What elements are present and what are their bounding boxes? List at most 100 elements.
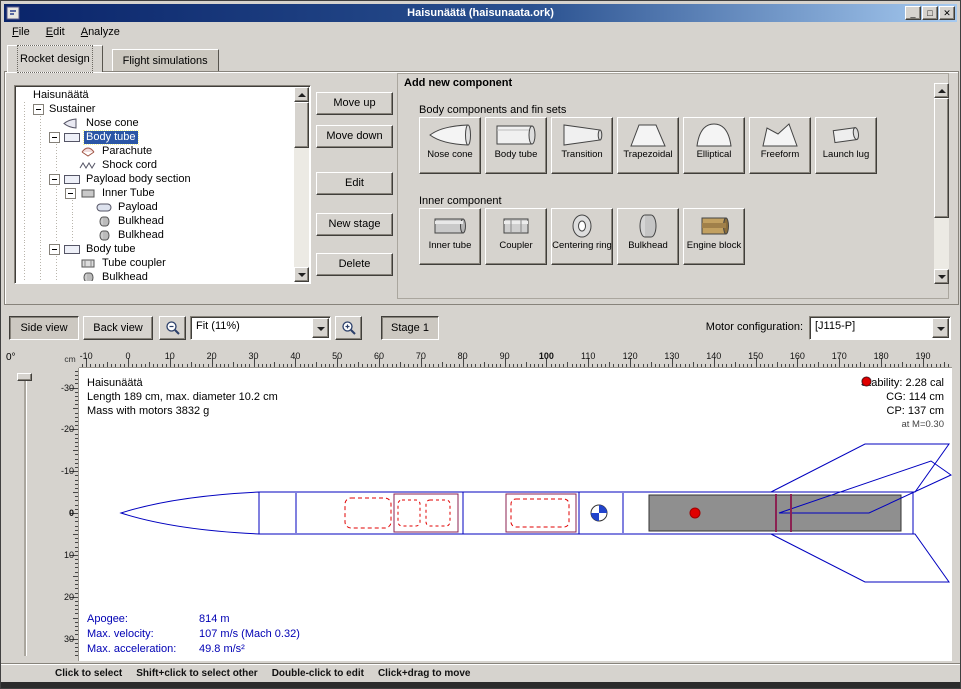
stage-1-toggle[interactable]: Stage 1 (381, 316, 439, 340)
ruler-label: 10 (64, 550, 74, 560)
cp-value: CP: 137 cm (887, 405, 944, 417)
component-button-centering-ring[interactable]: Centering ring (551, 208, 613, 265)
edit-button[interactable]: Edit (316, 172, 393, 195)
component-button-launch-lug[interactable]: Launch lug (815, 117, 877, 174)
tree-item-shock-cord[interactable]: Shock cord (17, 158, 293, 172)
component-button-coupler[interactable]: Coupler (485, 208, 547, 265)
tree-guide (49, 228, 65, 242)
tree-item-body-tube[interactable]: Body tube (17, 130, 293, 144)
component-tree-panel: HaisunäätäSustainerNose coneBody tubePar… (14, 85, 311, 284)
payload-section-shape[interactable] (463, 492, 579, 534)
expander-spacer (65, 258, 76, 269)
ruler-label: 70 (416, 351, 426, 361)
tree-item-body-tube[interactable]: Body tube (17, 242, 293, 256)
tree-item-payload[interactable]: Payload (17, 200, 293, 214)
palette-scrollbar[interactable] (934, 83, 949, 284)
status-hint: Double-click to edit (272, 668, 364, 679)
ruler-label: 30 (64, 634, 74, 644)
minimize-button[interactable]: _ (905, 6, 921, 20)
scroll-up-icon[interactable] (934, 83, 949, 98)
cg-value: CG: 114 cm (886, 391, 944, 403)
tree-item-label: Body tube (84, 243, 138, 256)
ruler-unit-label: cm (61, 351, 79, 368)
zoom-select[interactable]: Fit (11%) (190, 316, 331, 340)
scroll-up-icon[interactable] (294, 87, 309, 102)
rotation-slider-handle[interactable] (17, 373, 32, 381)
tree-guide (33, 158, 49, 172)
cp-icon (872, 404, 883, 415)
tree-item-haisun-t[interactable]: Haisunäätä (17, 88, 293, 102)
component-button-transition[interactable]: Transition (551, 117, 613, 174)
collapse-toggle-icon[interactable] (65, 188, 76, 199)
tree-guide (17, 200, 33, 214)
component-button-engine-block[interactable]: Engine block (683, 208, 745, 265)
nose-cone-icon (428, 122, 472, 148)
tree-guide (49, 186, 65, 200)
tree-guide (33, 256, 49, 270)
tab-flight-simulations[interactable]: Flight simulations (112, 49, 219, 72)
maximize-button[interactable]: □ (922, 6, 938, 20)
scrollbar-thumb[interactable] (934, 98, 949, 218)
motor-configuration-value: [J115-P] (809, 316, 951, 340)
fin-lower-shape[interactable] (771, 534, 949, 582)
titlebar[interactable]: Haisunäätä (haisunaata.ork) _ □ ✕ (4, 4, 957, 22)
component-button-elliptical[interactable]: Elliptical (683, 117, 745, 174)
component-button-inner-tube[interactable]: Inner tube (419, 208, 481, 265)
chevron-down-icon[interactable] (932, 318, 949, 338)
collapse-toggle-icon[interactable] (33, 104, 44, 115)
palette-row-inner-components: Inner tubeCouplerCentering ringBulkheadE… (419, 208, 745, 265)
scroll-down-icon[interactable] (294, 267, 309, 282)
collapse-toggle-icon[interactable] (49, 174, 60, 185)
tree-scrollbar[interactable] (294, 87, 309, 282)
zoom-out-button[interactable] (159, 316, 186, 340)
tree-item-bulkhead[interactable]: Bulkhead (17, 270, 293, 281)
collapse-toggle-icon[interactable] (49, 244, 60, 255)
side-view-button[interactable]: Side view (9, 316, 79, 340)
palette-title: Add new component (404, 77, 512, 89)
palette-section-label: Body components and fin sets (419, 104, 566, 116)
back-view-button[interactable]: Back view (83, 316, 153, 340)
tree-item-sustainer[interactable]: Sustainer (17, 102, 293, 116)
component-button-nose-cone[interactable]: Nose cone (419, 117, 481, 174)
tree-guide (49, 200, 65, 214)
new-stage-button[interactable]: New stage (316, 213, 393, 236)
bulkhead-icon (95, 230, 113, 241)
collapse-toggle-icon[interactable] (49, 132, 60, 143)
menu-analyze[interactable]: Analyze (73, 22, 128, 43)
component-button-freeform[interactable]: Freeform (749, 117, 811, 174)
vertical-ruler: -30-20-100102030 (61, 368, 79, 661)
nose-cone-shape[interactable] (121, 492, 259, 534)
menu-edit[interactable]: Edit (38, 22, 73, 43)
tree-item-parachute[interactable]: Parachute (17, 144, 293, 158)
tree-guide (17, 270, 33, 281)
component-button-body-tube[interactable]: Body tube (485, 117, 547, 174)
scrollbar-thumb[interactable] (294, 102, 309, 148)
motor-configuration-select[interactable]: [J115-P] (809, 316, 951, 340)
tree-item-nose-cone[interactable]: Nose cone (17, 116, 293, 130)
tree-item-inner-tube[interactable]: Inner Tube (17, 186, 293, 200)
rocket-canvas[interactable]: Haisunäätä Length 189 cm, max. diameter … (79, 368, 952, 661)
tree-item-tube-coupler[interactable]: Tube coupler (17, 256, 293, 270)
tab-rocket-design[interactable]: Rocket design (7, 45, 103, 72)
zoom-in-button[interactable] (335, 316, 362, 340)
tree-guide (49, 158, 65, 172)
body-tube-icon (494, 122, 538, 148)
move-down-button[interactable]: Move down (316, 125, 393, 148)
app-icon[interactable] (6, 6, 20, 20)
menu-file[interactable]: File (4, 22, 38, 43)
scroll-down-icon[interactable] (934, 269, 949, 284)
component-button-bulkhead[interactable]: Bulkhead (617, 208, 679, 265)
tree-item-bulkhead[interactable]: Bulkhead (17, 214, 293, 228)
tree-item-bulkhead[interactable]: Bulkhead (17, 228, 293, 242)
tree-guide (33, 130, 49, 144)
move-up-button[interactable]: Move up (316, 92, 393, 115)
component-button-trapezoidal[interactable]: Trapezoidal (617, 117, 679, 174)
chevron-down-icon[interactable] (312, 318, 329, 338)
tree-item-payload-body-section[interactable]: Payload body section (17, 172, 293, 186)
close-button[interactable]: ✕ (939, 6, 955, 20)
tree-guide (17, 172, 33, 186)
tree-item-label: Haisunäätä (31, 89, 91, 102)
component-button-label: Transition (561, 150, 602, 160)
rotation-slider-track[interactable] (24, 375, 27, 656)
delete-button[interactable]: Delete (316, 253, 393, 276)
